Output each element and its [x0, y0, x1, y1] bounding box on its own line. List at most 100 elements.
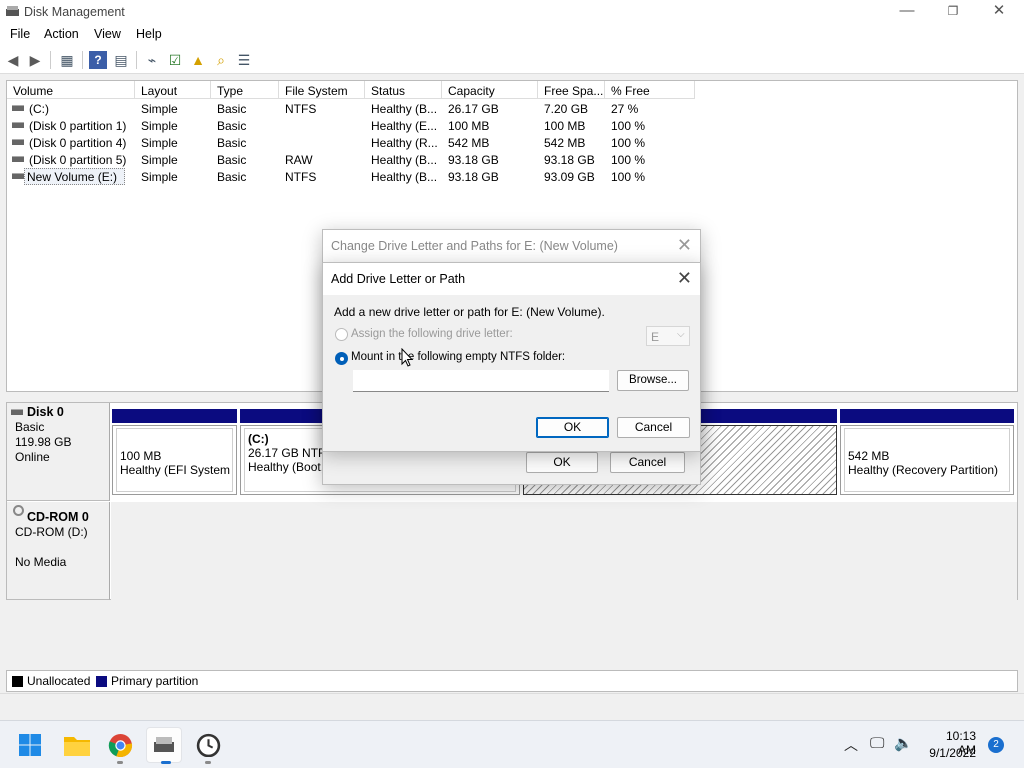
cell-layout: Simple — [141, 136, 178, 150]
legend-swatch-primary — [96, 676, 107, 687]
cell-volume: (Disk 0 partition 4) — [29, 136, 127, 150]
close-icon[interactable]: ✕ — [677, 235, 692, 256]
table-row-selected[interactable]: New Volume (E:) Simple Basic NTFS Health… — [7, 168, 707, 185]
table-row[interactable]: (C:) Simple Basic NTFS Healthy (B... 26.… — [7, 100, 707, 117]
column-header-layout[interactable]: Layout — [135, 81, 211, 99]
partition-recovery[interactable]: 542 MB Healthy (Recovery Partition) — [840, 425, 1014, 495]
cell-status: Healthy (B... — [371, 102, 438, 116]
network-icon[interactable]: 🖵 — [870, 735, 884, 752]
dialog-description: Add a new drive letter or path for E: (N… — [334, 305, 605, 319]
cell-percent-free: 100 % — [611, 153, 646, 167]
partition-efi[interactable]: 100 MB Healthy (EFI System P — [112, 425, 237, 495]
search-folder-icon[interactable]: ⌕ — [212, 51, 230, 69]
toolbar-separator — [50, 51, 51, 69]
legend: Unallocated Primary partition — [6, 670, 1018, 692]
chrome-icon[interactable] — [108, 733, 133, 758]
menu-view[interactable]: View — [94, 27, 121, 41]
drive-icon — [12, 173, 24, 179]
cell-type: Basic — [217, 102, 247, 116]
disk-management-icon[interactable] — [152, 734, 176, 756]
cell-percent-free: 27 % — [611, 102, 639, 116]
table-row[interactable]: (Disk 0 partition 4) Simple Basic Health… — [7, 134, 707, 151]
properties-grid-icon[interactable]: ▦ — [58, 51, 76, 69]
change-drive-letter-title: Change Drive Letter and Paths for E: (Ne… — [331, 239, 618, 253]
connect-icon[interactable]: ⌁ — [143, 51, 161, 69]
menu-file[interactable]: File — [10, 27, 30, 41]
cell-status: Healthy (R... — [371, 136, 438, 150]
parent-cancel-button[interactable]: Cancel — [610, 452, 685, 473]
check-icon[interactable]: ☑ — [166, 51, 184, 69]
title-bar: Disk Management — ❐ ✕ — [0, 0, 1024, 24]
column-header-volume[interactable]: Volume — [7, 81, 135, 99]
cell-status: Healthy (B... — [371, 170, 438, 184]
clock-date[interactable]: 9/1/2022 — [926, 746, 976, 760]
cell-percent-free: 100 % — [611, 119, 646, 133]
taskbar: ︿ 🖵 🔈 10:13 AM 9/1/2022 2 — [0, 720, 1024, 768]
column-header-capacity[interactable]: Capacity — [442, 81, 538, 99]
notification-badge[interactable]: 2 — [988, 737, 1004, 753]
close-icon[interactable]: ✕ — [677, 268, 692, 289]
clock-app-icon[interactable] — [196, 732, 221, 757]
cell-capacity: 93.18 GB — [448, 153, 499, 167]
console-tree-icon[interactable]: ▤ — [112, 51, 130, 69]
browse-button[interactable]: Browse... — [617, 370, 689, 391]
table-row[interactable]: (Disk 0 partition 5) Simple Basic RAW He… — [7, 151, 707, 168]
cell-layout: Simple — [141, 153, 178, 167]
cell-capacity: 542 MB — [448, 136, 490, 150]
cell-status: Healthy (E... — [371, 119, 438, 133]
cdrom0-area — [111, 502, 1017, 600]
volume-icon[interactable]: 🔈 — [894, 734, 913, 752]
back-arrow-icon[interactable]: ◀ — [4, 51, 22, 69]
toolbar-separator — [82, 51, 83, 69]
chevron-down-icon: ⌵ — [677, 329, 685, 340]
help-icon[interactable]: ? — [89, 51, 107, 69]
parent-ok-button[interactable]: OK — [526, 452, 598, 473]
column-header-file-system[interactable]: File System — [279, 81, 365, 99]
mouse-cursor-icon — [401, 348, 413, 367]
minimize-button[interactable]: — — [884, 0, 930, 24]
cell-volume: New Volume (E:) — [27, 170, 118, 184]
window-title: Disk Management — [24, 5, 125, 19]
cell-layout: Simple — [141, 102, 178, 116]
cell-volume: (Disk 0 partition 1) — [29, 119, 127, 133]
disk0-header[interactable]: Disk 0 Basic 119.98 GB Online — [7, 403, 110, 501]
cell-volume: (Disk 0 partition 5) — [29, 153, 127, 167]
cdrom0-header[interactable]: CD-ROM 0 CD-ROM (D:) No Media — [7, 502, 110, 600]
menu-help[interactable]: Help — [136, 27, 162, 41]
list-icon[interactable]: ☰ — [235, 51, 253, 69]
cell-type: Basic — [217, 170, 247, 184]
cell-free-space: 100 MB — [544, 119, 586, 133]
windows-start-icon[interactable] — [18, 733, 42, 757]
forward-arrow-icon[interactable]: ▶ — [26, 51, 44, 69]
disk0-state: Online — [15, 450, 50, 464]
table-row[interactable]: (Disk 0 partition 1) Simple Basic Health… — [7, 117, 707, 134]
cell-free-space: 93.18 GB — [544, 153, 595, 167]
active-indicator — [161, 761, 171, 764]
column-header-free-space[interactable]: Free Spa... — [538, 81, 605, 99]
drive-icon — [12, 105, 24, 111]
disk0-type: Basic — [15, 420, 45, 434]
restore-button[interactable]: ❐ — [930, 0, 976, 24]
close-button[interactable]: ✕ — [976, 0, 1022, 24]
folder-path-input[interactable] — [353, 370, 609, 392]
mount-folder-radio[interactable] — [335, 352, 348, 365]
cancel-button[interactable]: Cancel — [617, 417, 690, 438]
cell-percent-free: 100 % — [611, 170, 646, 184]
cell-free-space: 93.09 GB — [544, 170, 595, 184]
file-explorer-icon[interactable] — [63, 733, 91, 757]
cell-volume: (C:) — [29, 102, 49, 116]
menu-action[interactable]: Action — [44, 27, 79, 41]
chevron-up-icon[interactable]: ︿ — [844, 735, 858, 755]
cell-status: Healthy (B... — [371, 153, 438, 167]
cell-type: Basic — [217, 136, 247, 150]
drive-letter-select[interactable]: E ⌵ — [646, 326, 690, 346]
cell-free-space: 7.20 GB — [544, 102, 589, 116]
legend-label-unallocated: Unallocated — [27, 674, 91, 688]
column-header-percent-free[interactable]: % Free — [605, 81, 695, 99]
column-header-type[interactable]: Type — [211, 81, 279, 99]
ok-button[interactable]: OK — [536, 417, 609, 438]
partition-bar — [112, 409, 237, 423]
assign-letter-radio[interactable] — [335, 328, 348, 341]
folder-up-icon[interactable]: ▲ — [189, 51, 207, 69]
column-header-status[interactable]: Status — [365, 81, 442, 99]
